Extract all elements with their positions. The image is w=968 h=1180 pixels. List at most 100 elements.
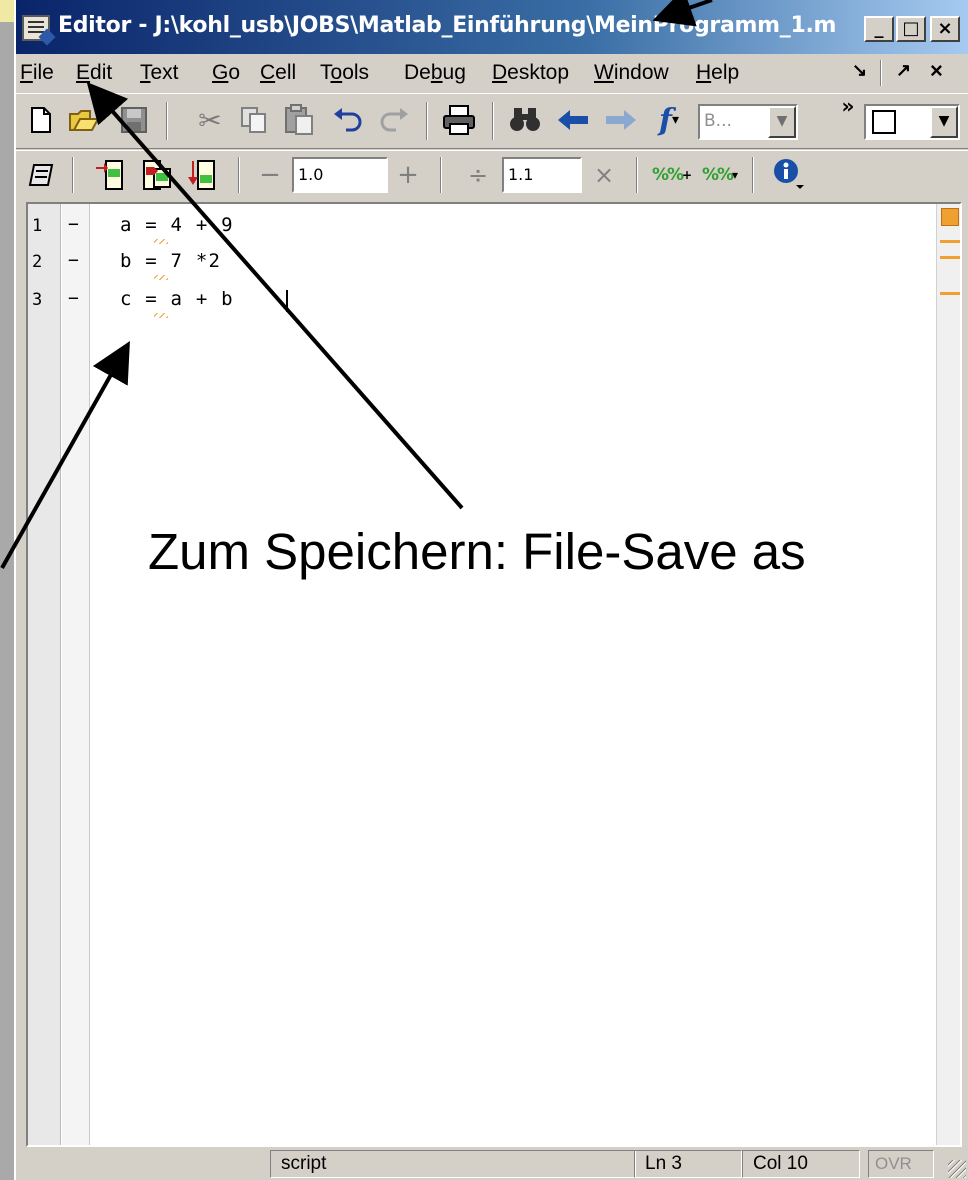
menu-file-mnemonic: F [20, 61, 33, 84]
menu-bar: File Edit Text Go Cell Tools Debug Deskt… [16, 54, 968, 92]
close-button[interactable]: × [930, 16, 960, 42]
maximize-button[interactable]: □ [896, 16, 926, 42]
menu-cell-mnemonic: C [260, 61, 276, 84]
mlint-marker[interactable] [940, 256, 960, 259]
cell-mode-icon[interactable] [28, 161, 54, 189]
menu-help-label: elp [711, 61, 740, 84]
title-bar[interactable]: Editor - J:\kohl_usb\JOBS\Matlab_Einführ… [16, 0, 968, 54]
menu-go[interactable]: Go [212, 61, 240, 85]
menu-debug[interactable]: Debug [404, 61, 466, 85]
menu-debug-mnemonic: b [430, 61, 443, 84]
save-icon[interactable] [120, 106, 148, 134]
function-icon[interactable]: f ▾ [652, 103, 686, 138]
info-icon[interactable] [772, 157, 806, 191]
print-icon[interactable] [442, 104, 476, 136]
open-file-icon[interactable] [68, 106, 100, 134]
chevron-down-icon[interactable]: ▼ [930, 106, 958, 138]
chevron-down-icon[interactable]: ▼ [768, 106, 796, 138]
redo-icon[interactable] [378, 108, 410, 132]
menu-file[interactable]: File [20, 61, 54, 85]
menu-close-icon[interactable]: × [930, 58, 943, 84]
scale-value-field[interactable]: 1.1 [502, 157, 582, 193]
slide-annotation: Zum Speichern: File-Save as [148, 523, 806, 580]
menu-edit[interactable]: Edit [76, 61, 112, 85]
line-number: 3 [32, 290, 43, 310]
minimize-button[interactable]: _ [864, 16, 894, 42]
line-number-gutter [28, 204, 61, 1145]
evaluate-cell-icon[interactable] [96, 159, 126, 191]
menu-go-mnemonic: G [212, 61, 229, 84]
menu-window[interactable]: Window [594, 61, 669, 85]
insert-cell-divider-icon[interactable]: %% + [652, 159, 692, 191]
menu-separator [880, 60, 882, 86]
paste-icon[interactable] [284, 104, 314, 136]
toolbar-separator [752, 157, 754, 193]
new-file-icon[interactable] [30, 106, 52, 134]
increment-button[interactable]: + [397, 159, 419, 191]
resize-grip[interactable] [948, 1160, 966, 1178]
find-icon[interactable] [508, 106, 542, 134]
evaluate-advance-icon[interactable] [142, 159, 172, 191]
breakpoint-column[interactable] [62, 204, 90, 1145]
text-caret [286, 290, 288, 312]
mlint-marker[interactable] [940, 292, 960, 295]
window-title: Editor - J:\kohl_usb\JOBS\Matlab_Einführ… [58, 13, 837, 38]
stack-select[interactable]: B... ▼ [698, 104, 798, 140]
code-line[interactable]: a = 4 + 9 [120, 214, 234, 236]
menu-text[interactable]: Text [140, 61, 179, 85]
toolbar-separator [492, 102, 494, 140]
toolbar-separator [440, 157, 442, 193]
increment-value-field[interactable]: 1.0 [292, 157, 388, 193]
cut-icon[interactable]: ✂ [198, 104, 222, 137]
toolbar-overflow-icon[interactable]: » [838, 94, 858, 118]
stack-select-value: B... [704, 111, 732, 131]
menu-desktop-mnemonic: D [492, 61, 508, 84]
forward-arrow-icon[interactable] [604, 108, 638, 132]
layout-select[interactable]: ▼ [864, 104, 960, 140]
menu-help-mnemonic: H [696, 61, 712, 84]
copy-icon[interactable] [240, 106, 268, 134]
multiply-button[interactable]: × [594, 159, 614, 191]
breakpoint-dash[interactable]: − [68, 288, 79, 309]
mlint-marker[interactable] [940, 240, 960, 243]
overwrite-status: OVR [868, 1150, 934, 1178]
menu-debug-label: ug [442, 61, 466, 84]
column-status: Col 10 [742, 1150, 860, 1178]
toolbar-separator [426, 102, 428, 140]
breakpoint-dash[interactable]: − [68, 214, 79, 235]
menu-file-label: ile [32, 61, 54, 84]
menu-go-label: o [228, 61, 241, 84]
menu-tools-mnemonic: o [330, 61, 343, 84]
editor-app-icon[interactable] [22, 15, 50, 41]
insert-text-markup-icon[interactable]: %% ▾ [702, 159, 738, 191]
divide-button[interactable]: ÷ [468, 159, 488, 191]
menu-tools-prefix: T [320, 61, 331, 84]
menu-text-label: ext [150, 61, 179, 84]
dock-icon[interactable]: ↘ [852, 60, 867, 81]
slide-background-strip [0, 0, 14, 1180]
menu-window-label: indow [613, 61, 669, 84]
mlint-warning-underline[interactable] [154, 313, 168, 318]
mlint-warning-underline[interactable] [154, 239, 168, 244]
menu-edit-mnemonic: E [76, 61, 91, 84]
code-editor[interactable]: 1 − a = 4 + 9 2 − b = 7 *2 3 − c = a + b [26, 202, 962, 1147]
back-arrow-icon[interactable] [556, 108, 590, 132]
line-status: Ln 3 [634, 1150, 742, 1178]
code-line[interactable]: b = 7 *2 [120, 250, 221, 272]
mlint-warning-underline[interactable] [154, 275, 168, 280]
decrement-button[interactable]: − [259, 159, 281, 191]
breakpoint-dash[interactable]: − [68, 250, 79, 271]
menu-tools[interactable]: Tools [320, 61, 369, 85]
layout-square-icon [872, 110, 896, 134]
menu-window-mnemonic: W [594, 61, 614, 84]
menu-help[interactable]: Help [696, 61, 739, 85]
status-bar: script Ln 3 Col 10 OVR [16, 1148, 968, 1180]
mlint-status-indicator[interactable] [941, 208, 959, 226]
evaluate-file-icon[interactable] [188, 159, 218, 191]
code-line[interactable]: c = a + b [120, 288, 234, 310]
undo-icon[interactable] [332, 108, 364, 132]
undock-icon[interactable]: ↗ [896, 60, 911, 81]
menu-desktop[interactable]: Desktop [492, 61, 569, 85]
line-number: 1 [32, 216, 43, 236]
menu-cell[interactable]: Cell [260, 61, 296, 85]
